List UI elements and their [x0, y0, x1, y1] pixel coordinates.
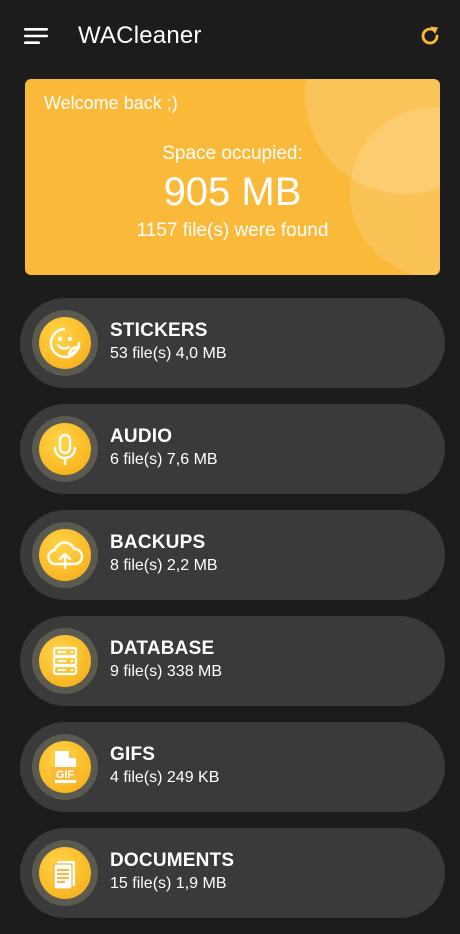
- category-title: STICKERS: [110, 320, 208, 341]
- icon-ring: [32, 628, 98, 694]
- category-title: AUDIO: [110, 426, 173, 447]
- refresh-icon: [421, 26, 439, 45]
- app-bar: WACleaner: [0, 0, 460, 72]
- space-occupied-value: 905 MB: [163, 170, 302, 214]
- category-item-backups[interactable]: BACKUPS 8 file(s) 2,2 MB: [20, 510, 445, 600]
- space-occupied-label: Space occupied:: [162, 143, 303, 164]
- category-title: BACKUPS: [110, 532, 206, 553]
- category-title: GIFS: [110, 744, 156, 765]
- database-icon: [39, 635, 91, 687]
- app-title: WACleaner: [78, 22, 202, 49]
- category-subtitle: 6 file(s) 7,6 MB: [110, 451, 218, 468]
- microphone-icon: [39, 423, 91, 475]
- category-item-database[interactable]: DATABASE 9 file(s) 338 MB: [20, 616, 445, 706]
- gif-file-icon: GIF: [39, 741, 91, 793]
- summary-card: Welcome back ;) Space occupied: 905 MB 1…: [25, 79, 440, 275]
- category-subtitle: 15 file(s) 1,9 MB: [110, 875, 227, 892]
- cloud-upload-icon: [39, 529, 91, 581]
- refresh-button[interactable]: [412, 18, 448, 54]
- category-item-stickers[interactable]: STICKERS 53 file(s) 4,0 MB: [20, 298, 445, 388]
- category-item-documents[interactable]: DOCUMENTS 15 file(s) 1,9 MB: [20, 828, 445, 918]
- icon-ring: [32, 310, 98, 376]
- category-subtitle: 53 file(s) 4,0 MB: [110, 345, 227, 362]
- category-subtitle: 9 file(s) 338 MB: [110, 663, 223, 680]
- menu-icon: [24, 28, 48, 44]
- icon-ring: GIF: [32, 734, 98, 800]
- category-title: DATABASE: [110, 638, 215, 659]
- welcome-text: Welcome back ;): [44, 93, 178, 113]
- icon-ring: [32, 522, 98, 588]
- menu-button[interactable]: [18, 20, 54, 52]
- document-icon: [39, 847, 91, 899]
- icon-ring: [32, 416, 98, 482]
- icon-ring: [32, 840, 98, 906]
- sticker-icon: [39, 317, 91, 369]
- category-list: STICKERS 53 file(s) 4,0 MB AUDIO 6 file(…: [20, 298, 445, 934]
- category-title: DOCUMENTS: [110, 850, 235, 871]
- category-subtitle: 4 file(s) 249 KB: [110, 769, 220, 786]
- files-found-text: 1157 file(s) were found: [136, 220, 329, 241]
- category-item-gifs[interactable]: GIF GIFS 4 file(s) 249 KB: [20, 722, 445, 812]
- category-subtitle: 8 file(s) 2,2 MB: [110, 557, 218, 574]
- svg-text:GIF: GIF: [56, 769, 75, 781]
- category-item-audio[interactable]: AUDIO 6 file(s) 7,6 MB: [20, 404, 445, 494]
